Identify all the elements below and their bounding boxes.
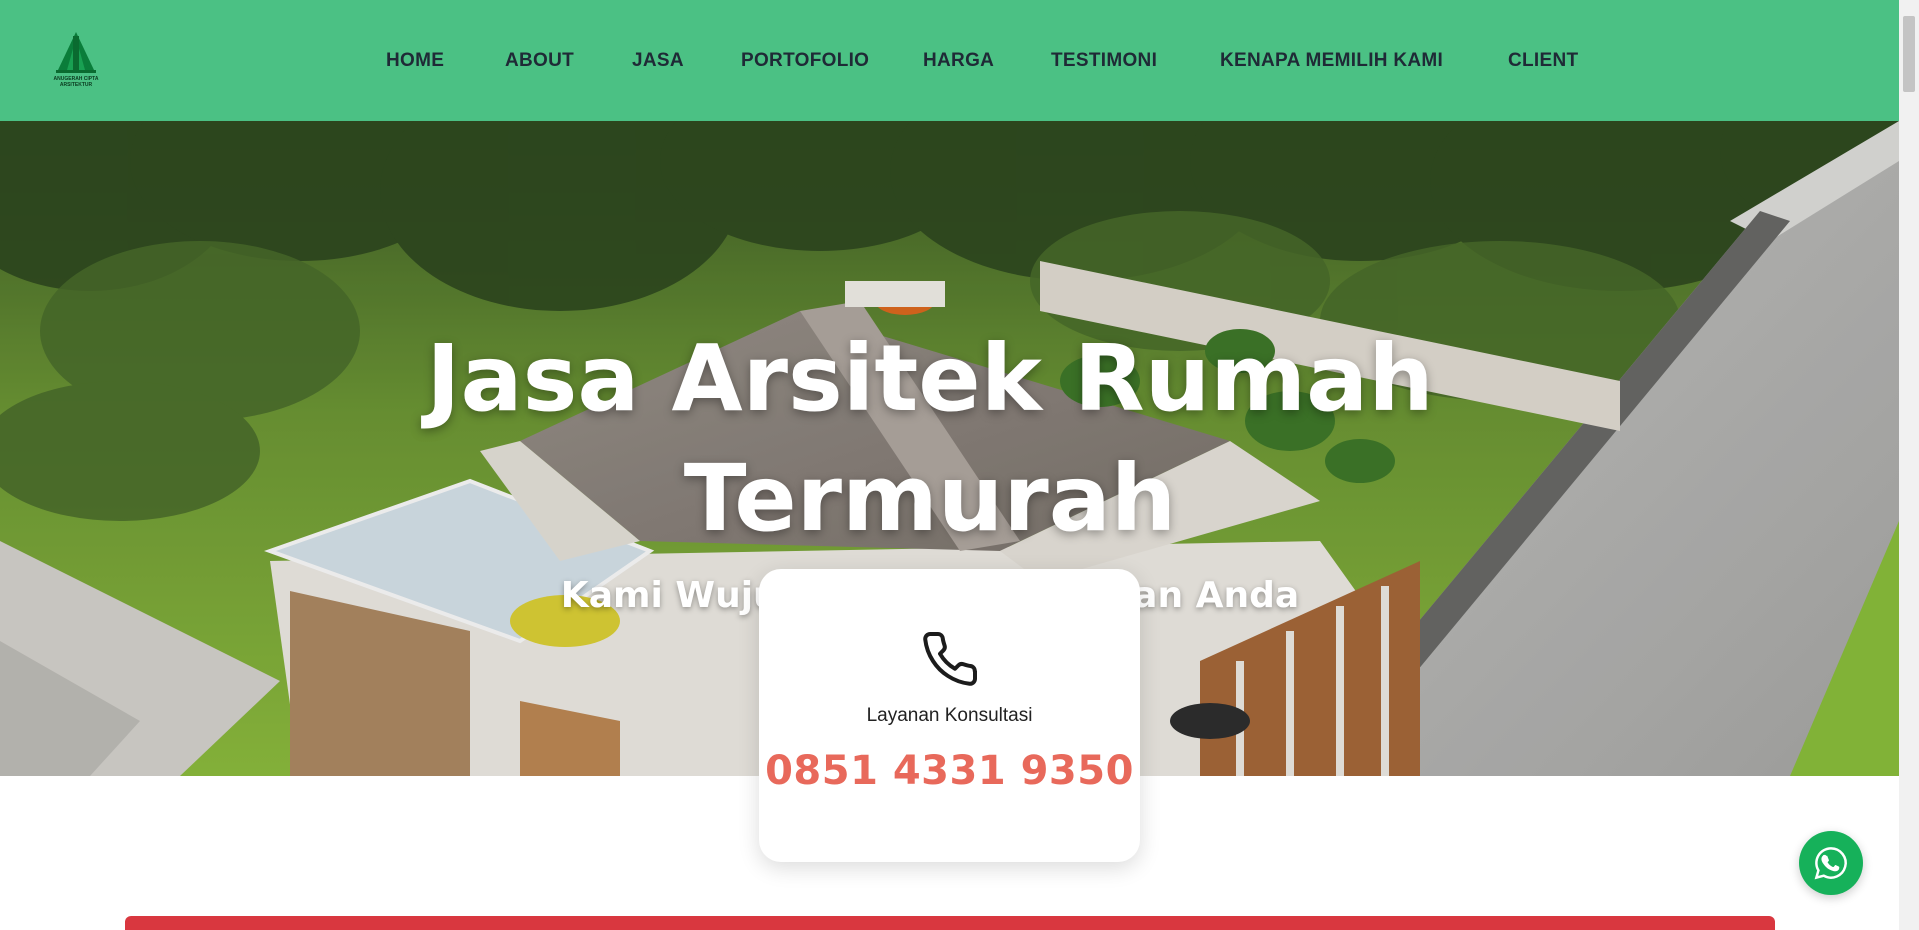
nav-item-client[interactable]: CLIENT — [1508, 49, 1578, 73]
hero-title: Jasa Arsitek Rumah Termurah — [0, 319, 1860, 559]
hero-title-line1: Jasa Arsitek Rumah — [426, 325, 1434, 432]
nav-item-home[interactable]: HOME — [386, 49, 444, 73]
whatsapp-button[interactable] — [1799, 831, 1863, 895]
whatsapp-icon — [1814, 847, 1847, 880]
nav-item-testimoni[interactable]: TESTIMONI — [1051, 49, 1157, 73]
scrollbar-thumb[interactable] — [1903, 16, 1915, 92]
consultation-card[interactable]: Layanan Konsultasi 0851 4331 9350 — [759, 569, 1140, 862]
nav-item-harga[interactable]: HARGA — [923, 49, 994, 73]
nav-item-portofolio[interactable]: PORTOFOLIO — [741, 49, 869, 73]
main-nav: HOME ABOUT JASA PORTOFOLIO HARGA TESTIMO… — [0, 0, 1899, 121]
next-section-banner — [125, 916, 1775, 930]
site-header: ANUGERAH CIPTA ARSITEKTUR HOME ABOUT JAS… — [0, 0, 1899, 121]
page-scrollbar[interactable] — [1899, 0, 1919, 930]
nav-item-jasa[interactable]: JASA — [632, 49, 684, 73]
hero-title-line2: Termurah — [683, 445, 1177, 552]
phone-icon — [923, 631, 978, 686]
nav-item-kenapa-memilih-kami[interactable]: KENAPA MEMILIH KAMI — [1220, 49, 1443, 73]
consultation-label: Layanan Konsultasi — [866, 705, 1033, 726]
nav-item-about[interactable]: ABOUT — [505, 49, 574, 73]
consultation-phone-number[interactable]: 0851 4331 9350 — [759, 746, 1140, 796]
